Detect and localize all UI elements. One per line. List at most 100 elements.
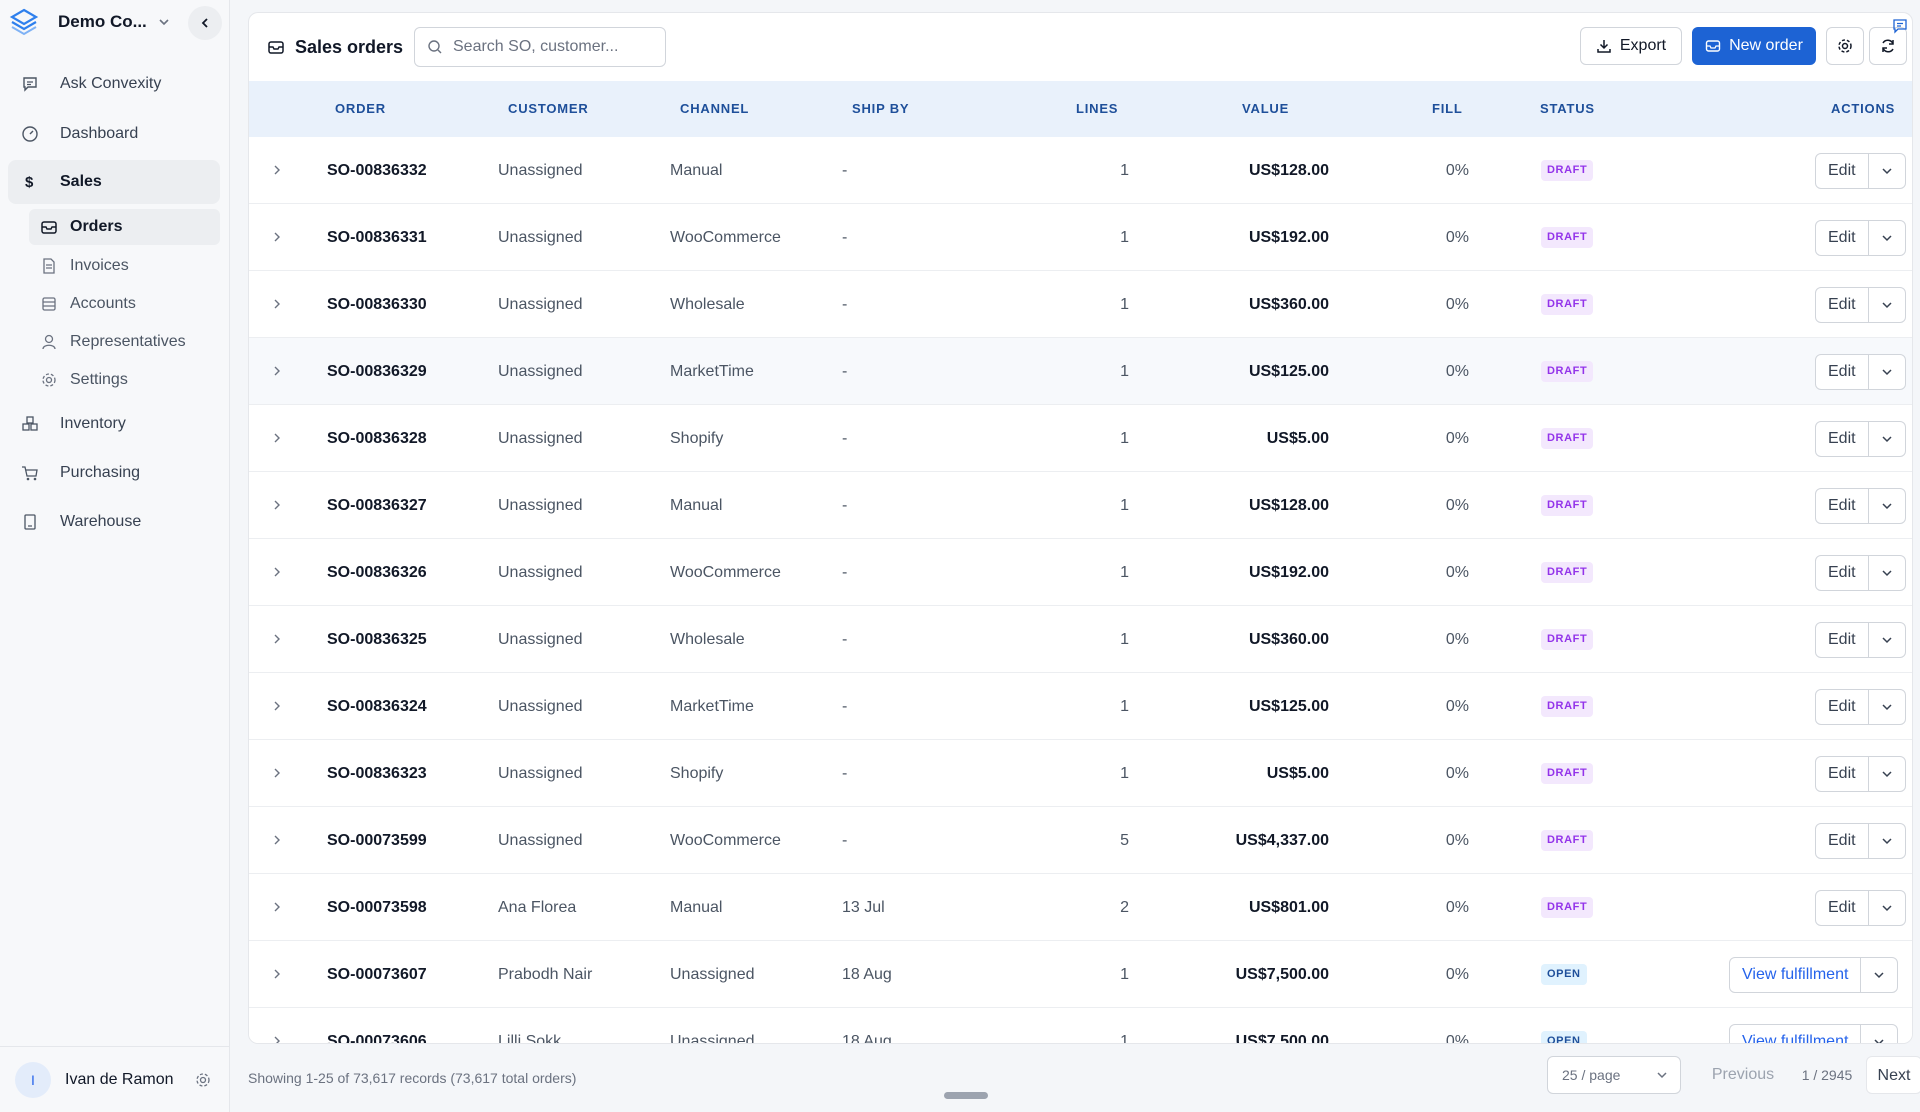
- per-page-select[interactable]: 25 / page: [1547, 1056, 1681, 1094]
- search-box[interactable]: [414, 27, 666, 67]
- order-number[interactable]: SO-00836326: [327, 539, 427, 606]
- table-settings-button[interactable]: [1826, 27, 1864, 65]
- row-menu-button[interactable]: [1869, 288, 1905, 322]
- chat-icon[interactable]: [1888, 14, 1912, 38]
- avatar[interactable]: I: [15, 1061, 51, 1098]
- column-header-customer[interactable]: CUSTOMER: [508, 81, 589, 137]
- table-row[interactable]: SO-00836323 Unassigned Shopify - 1 US$5.00 0% D…: [249, 740, 1912, 807]
- nav-inventory[interactable]: Inventory: [8, 402, 220, 446]
- column-header-channel[interactable]: CHANNEL: [680, 81, 749, 137]
- user-name[interactable]: Ivan de Ramon: [65, 1071, 174, 1089]
- chevron-right-icon[interactable]: [269, 229, 285, 245]
- chevron-right-icon[interactable]: [269, 631, 285, 647]
- table-row[interactable]: SO-00836324 Unassigned MarketTime - 1 US$125.…: [249, 673, 1912, 740]
- nav-warehouse[interactable]: Warehouse: [8, 500, 220, 544]
- chevron-right-icon[interactable]: [269, 497, 285, 513]
- chevron-right-icon[interactable]: [269, 966, 285, 982]
- row-menu-button[interactable]: [1869, 824, 1905, 858]
- row-menu-button[interactable]: [1869, 154, 1905, 188]
- row-menu-button[interactable]: [1861, 1025, 1897, 1043]
- row-menu-button[interactable]: [1869, 489, 1905, 523]
- table-row[interactable]: SO-00836331 Unassigned WooCommerce - 1 US$192…: [249, 204, 1912, 271]
- export-button[interactable]: Export: [1580, 27, 1682, 65]
- edit-button[interactable]: Edit: [1816, 824, 1869, 858]
- order-number[interactable]: SO-00073598: [327, 874, 427, 941]
- row-menu-button[interactable]: [1869, 891, 1905, 925]
- row-menu-button[interactable]: [1869, 757, 1905, 791]
- order-number[interactable]: SO-00073607: [327, 941, 427, 1008]
- order-number[interactable]: SO-00836323: [327, 740, 427, 807]
- order-number[interactable]: SO-00836324: [327, 673, 427, 740]
- edit-button[interactable]: Edit: [1816, 891, 1869, 925]
- previous-page-button[interactable]: Previous: [1698, 1056, 1788, 1094]
- nav-ask-convexity[interactable]: Ask Convexity: [8, 62, 220, 106]
- column-header-order[interactable]: ORDER: [335, 81, 386, 137]
- row-menu-button[interactable]: [1861, 958, 1897, 992]
- order-number[interactable]: SO-00836330: [327, 271, 427, 338]
- column-header-status[interactable]: STATUS: [1540, 81, 1595, 137]
- order-number[interactable]: SO-00836325: [327, 606, 427, 673]
- chevron-right-icon[interactable]: [269, 430, 285, 446]
- order-number[interactable]: SO-00073599: [327, 807, 427, 874]
- nav-sales-representatives[interactable]: Representatives: [29, 324, 220, 360]
- order-number[interactable]: SO-00836331: [327, 204, 427, 271]
- table-row[interactable]: SO-00836328 Unassigned Shopify - 1 US$5.00 0% D…: [249, 405, 1912, 472]
- row-menu-button[interactable]: [1869, 221, 1905, 255]
- edit-button[interactable]: Edit: [1816, 623, 1869, 657]
- table-row[interactable]: SO-00073599 Unassigned WooCommerce - 5 US$4,3…: [249, 807, 1912, 874]
- chevron-right-icon[interactable]: [269, 765, 285, 781]
- table-row[interactable]: SO-00836325 Unassigned Wholesale - 1 US$360.0…: [249, 606, 1912, 673]
- chevron-right-icon[interactable]: [269, 564, 285, 580]
- column-header-ship-by[interactable]: SHIP BY: [852, 81, 909, 137]
- new-order-button[interactable]: New order: [1692, 27, 1816, 65]
- column-header-fill[interactable]: FILL: [1432, 81, 1463, 137]
- table-row[interactable]: SO-00073607 Prabodh Nair Unassigned 18 Aug 1…: [249, 941, 1912, 1008]
- chevron-right-icon[interactable]: [269, 296, 285, 312]
- edit-button[interactable]: Edit: [1816, 355, 1869, 389]
- table-row[interactable]: SO-00836332 Unassigned Manual - 1 US$128.00 0%…: [249, 137, 1912, 204]
- search-input[interactable]: [453, 38, 653, 56]
- nav-sales[interactable]: $ Sales: [8, 160, 220, 204]
- order-number[interactable]: SO-00836328: [327, 405, 427, 472]
- nav-sales-orders[interactable]: Orders: [29, 209, 220, 245]
- table-row[interactable]: SO-00073606 Lilli Sokk Unassigned 18 Aug 1 US…: [249, 1008, 1912, 1043]
- collapse-sidebar-button[interactable]: [188, 6, 222, 40]
- row-menu-button[interactable]: [1869, 355, 1905, 389]
- edit-button[interactable]: Edit: [1816, 757, 1869, 791]
- nav-purchasing[interactable]: Purchasing: [8, 451, 220, 495]
- table-row[interactable]: SO-00836330 Unassigned Wholesale - 1 US$360.0…: [249, 271, 1912, 338]
- chevron-right-icon[interactable]: [269, 899, 285, 915]
- column-header-value[interactable]: VALUE: [1242, 81, 1289, 137]
- row-menu-button[interactable]: [1869, 690, 1905, 724]
- table-row[interactable]: SO-00836327 Unassigned Manual - 1 US$128.00 0%…: [249, 472, 1912, 539]
- gear-icon[interactable]: [194, 1071, 212, 1089]
- order-number[interactable]: SO-00836329: [327, 338, 427, 405]
- row-menu-button[interactable]: [1869, 623, 1905, 657]
- chevron-right-icon[interactable]: [269, 832, 285, 848]
- chevron-right-icon[interactable]: [269, 162, 285, 178]
- view-fulfillment-button[interactable]: View fulfillment: [1730, 1025, 1862, 1043]
- table-row[interactable]: SO-00836329 Unassigned MarketTime - 1 US$125.…: [249, 338, 1912, 405]
- nav-dashboard[interactable]: Dashboard: [8, 112, 220, 156]
- resize-handle[interactable]: [944, 1092, 988, 1099]
- chevron-right-icon[interactable]: [269, 698, 285, 714]
- table-row[interactable]: SO-00073598 Ana Florea Manual 13 Jul 2 US$801…: [249, 874, 1912, 941]
- chevron-right-icon[interactable]: [269, 363, 285, 379]
- edit-button[interactable]: Edit: [1816, 556, 1869, 590]
- order-number[interactable]: SO-00836327: [327, 472, 427, 539]
- edit-button[interactable]: Edit: [1816, 690, 1869, 724]
- row-menu-button[interactable]: [1869, 556, 1905, 590]
- view-fulfillment-button[interactable]: View fulfillment: [1730, 958, 1862, 992]
- column-header-lines[interactable]: LINES: [1076, 81, 1118, 137]
- nav-sales-settings[interactable]: Settings: [29, 362, 220, 398]
- edit-button[interactable]: Edit: [1816, 154, 1869, 188]
- row-menu-button[interactable]: [1869, 422, 1905, 456]
- next-page-button[interactable]: Next: [1866, 1056, 1920, 1094]
- order-number[interactable]: SO-00073606: [327, 1008, 427, 1043]
- chevron-right-icon[interactable]: [269, 1033, 285, 1043]
- order-number[interactable]: SO-00836332: [327, 137, 427, 204]
- edit-button[interactable]: Edit: [1816, 288, 1869, 322]
- table-row[interactable]: SO-00836326 Unassigned WooCommerce - 1 US$192…: [249, 539, 1912, 606]
- nav-sales-invoices[interactable]: Invoices: [29, 248, 220, 284]
- edit-button[interactable]: Edit: [1816, 221, 1869, 255]
